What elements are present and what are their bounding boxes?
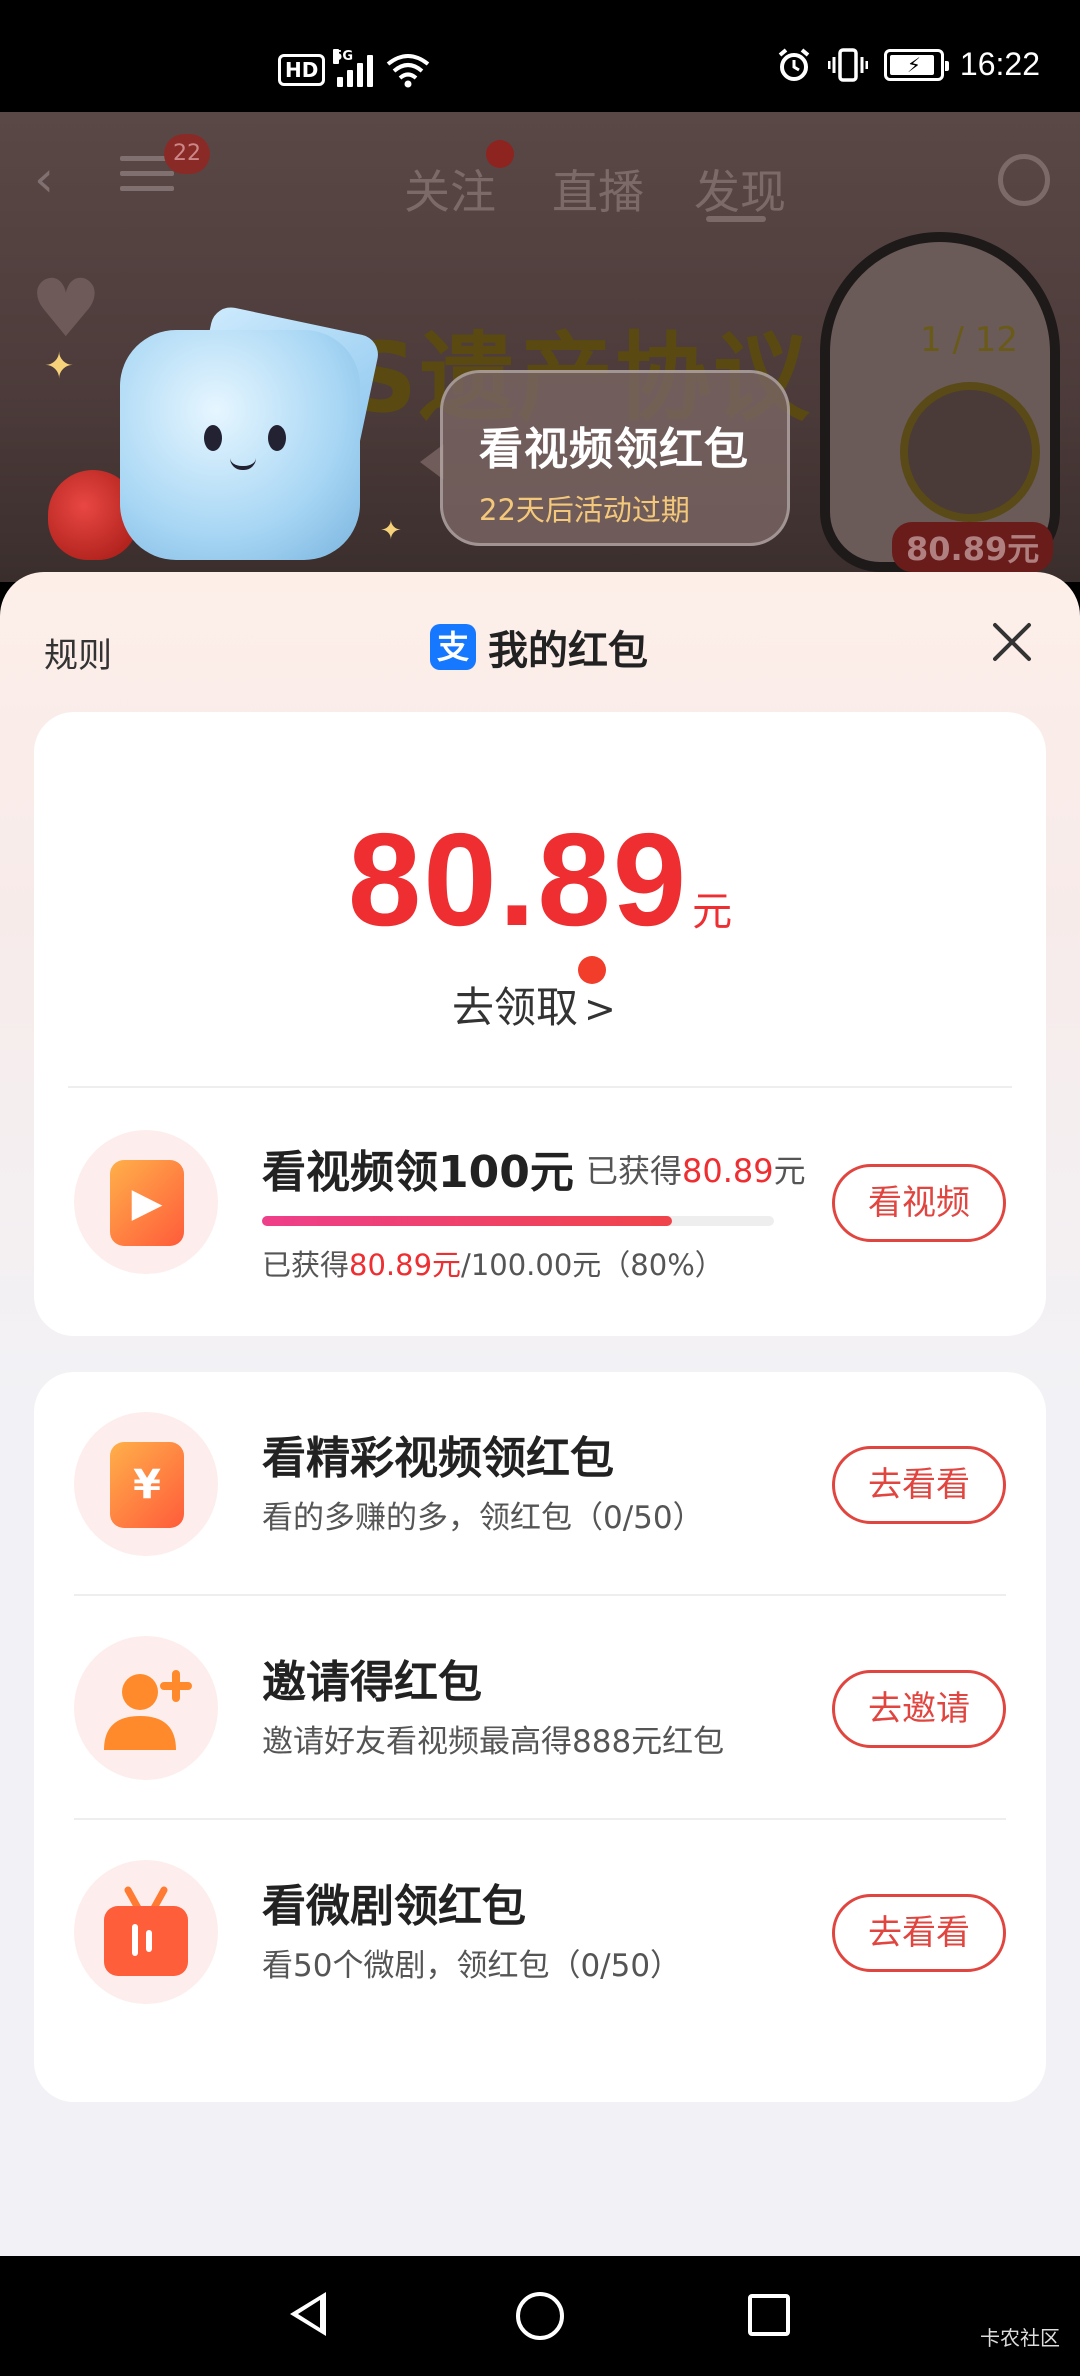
divider xyxy=(74,1594,1006,1596)
balance-value: 80.89 xyxy=(347,806,689,953)
network-type-label: 5G xyxy=(333,49,354,64)
divider xyxy=(68,1086,1012,1088)
task-icon-wrap xyxy=(74,1860,218,2004)
notification-badge: 22 xyxy=(164,134,210,174)
tv-icon xyxy=(104,1886,188,1976)
tab-discover: 发现 xyxy=(694,165,786,219)
sheet-header: 支 我的红包 xyxy=(430,618,648,676)
battery-charging-icon: ⚡ xyxy=(883,48,949,81)
wifi-icon xyxy=(387,54,430,88)
watch-video-button[interactable]: 看视频 xyxy=(832,1164,1006,1242)
clock-time: 16:22 xyxy=(959,46,1040,82)
claim-label: 去领取 xyxy=(452,983,579,1032)
balance-amount: 80.89 元 xyxy=(34,804,1046,955)
sheet-title: 我的红包 xyxy=(488,628,648,674)
play-icon: ▶ xyxy=(110,1160,184,1246)
task-subtitle: 看的多赚的多，领红包（0/50） xyxy=(262,1500,704,1536)
watermark: 卡农社区 xyxy=(980,2326,1060,2350)
back-icon: ‹ xyxy=(34,150,54,208)
nav-recents-icon[interactable] xyxy=(748,2294,790,2336)
promo-expiry: 22天后活动过期 xyxy=(479,493,690,527)
watch-more-button[interactable]: 去看看 xyxy=(832,1446,1006,1524)
close-icon[interactable] xyxy=(990,620,1034,664)
red-packet-float-icon xyxy=(900,382,1040,522)
floating-amount: 80.89元 xyxy=(892,522,1054,572)
signal-icon: 5G xyxy=(333,49,374,87)
task-icon-wrap: ¥ xyxy=(74,1412,218,1556)
tab-unread-dot xyxy=(486,140,514,168)
invite-button[interactable]: 去邀请 xyxy=(832,1670,1006,1748)
vibrate-icon xyxy=(827,47,868,82)
system-nav-bar xyxy=(0,2256,1080,2376)
like-icon: ♥ xyxy=(30,262,102,355)
tab-underline xyxy=(706,216,766,222)
task-list-card: ¥ 看精彩视频领红包 看的多赚的多，领红包（0/50） 去看看 邀请得红包 邀请… xyxy=(34,1372,1046,2102)
sparkle-icon: ✦ xyxy=(380,516,402,546)
watch-short-drama-button[interactable]: 去看看 xyxy=(832,1894,1006,1972)
tab-follow: 关注 xyxy=(404,165,496,219)
video-task-icon-wrap: ▶ xyxy=(74,1130,218,1274)
task-subtitle: 邀请好友看视频最高得888元红包 xyxy=(262,1724,725,1760)
search-icon xyxy=(998,154,1050,206)
promo-bubble: 看视频领红包 22天后活动过期 xyxy=(440,370,790,546)
status-bar: HD 5G ⚡ 16:22 xyxy=(0,0,1080,112)
sparkle-icon: ✦ xyxy=(44,346,75,387)
task-subtitle: 看50个微剧，领红包（0/50） xyxy=(262,1948,682,1984)
balance-card: 80.89 元 去领取 > ▶ 看视频领100元 已获得80.89元 已获得80.8… xyxy=(34,712,1046,1336)
promo-title: 看视频领红包 xyxy=(479,424,749,475)
task-title: 看微剧领红包 xyxy=(262,1881,526,1932)
hd-icon: HD xyxy=(278,54,326,86)
nav-home-icon[interactable] xyxy=(516,2292,564,2340)
main-task-progress-text: 已获得80.89元/100.00元（80%） xyxy=(262,1248,724,1282)
main-task-progress-fill xyxy=(262,1216,672,1226)
main-task-title: 看视频领100元 xyxy=(262,1147,574,1198)
rules-link[interactable]: 规则 xyxy=(44,628,112,677)
task-title: 邀请得红包 xyxy=(262,1657,482,1708)
red-packet-sheet: 规则 支 我的红包 80.89 元 去领取 > ▶ 看视频领100元 已获得80.8… xyxy=(0,572,1080,2256)
mascot-icon xyxy=(120,330,360,560)
main-task-progress xyxy=(262,1216,774,1226)
main-task-earned: 已获得80.89元 xyxy=(586,1152,806,1190)
chevron-right-icon: > xyxy=(584,987,616,1031)
alarm-icon xyxy=(778,47,810,81)
alipay-icon: 支 xyxy=(430,624,476,670)
tab-live: 直播 xyxy=(552,165,644,219)
add-friend-icon xyxy=(104,1670,192,1750)
page-counter: 1 / 12 xyxy=(920,320,1018,360)
notification-dot xyxy=(578,956,606,984)
divider xyxy=(74,1818,1006,1820)
task-icon-wrap xyxy=(74,1636,218,1780)
task-title: 看精彩视频领红包 xyxy=(262,1433,614,1484)
balance-unit: 元 xyxy=(692,889,733,935)
yuan-envelope-icon: ¥ xyxy=(110,1442,184,1528)
